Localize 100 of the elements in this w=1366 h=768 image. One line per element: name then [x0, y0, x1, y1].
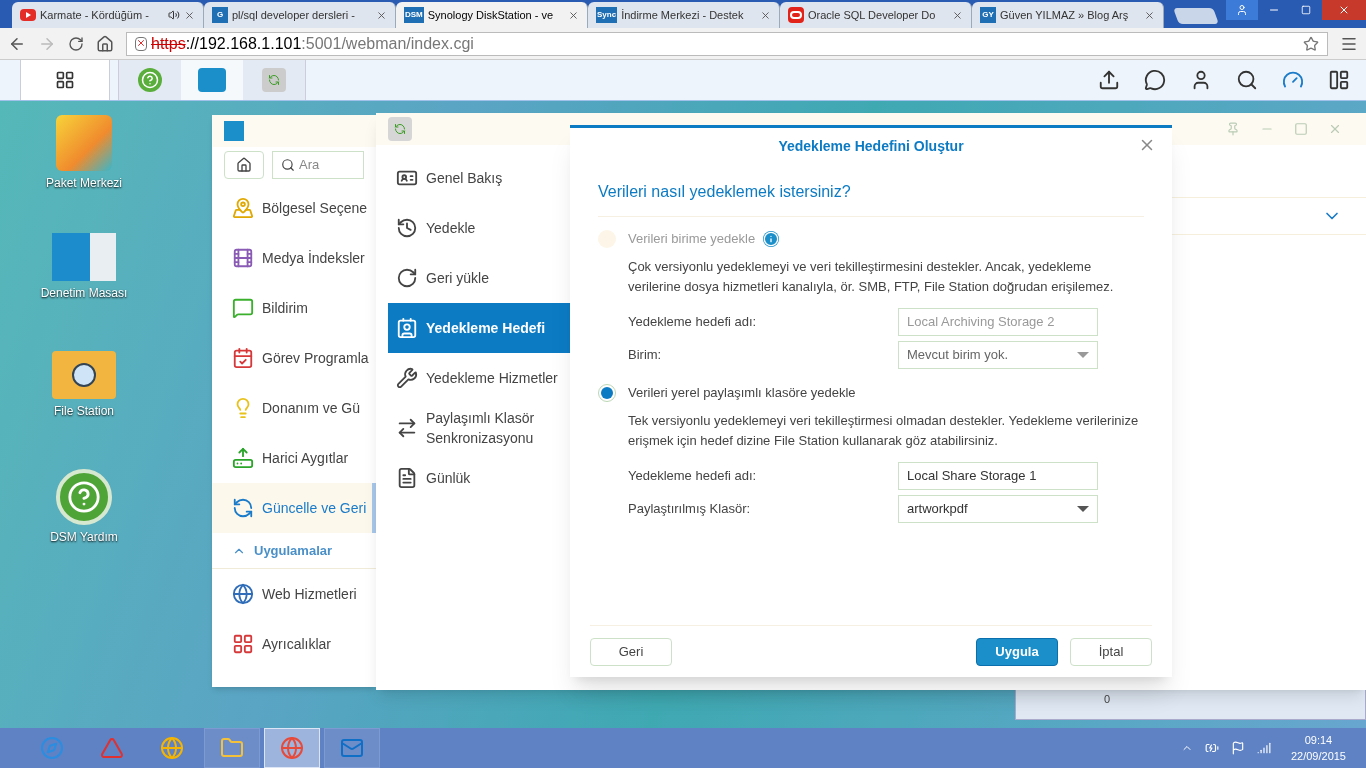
tab-title: İndirme Merkezi - Destek	[621, 7, 745, 23]
field-label: Birim:	[628, 345, 663, 364]
contact-card-icon	[396, 317, 418, 339]
widgets-icon[interactable]	[1328, 69, 1350, 91]
favicon: GY	[980, 7, 996, 23]
sync-icon	[396, 417, 418, 439]
bookmark-star-icon[interactable]	[1303, 35, 1319, 52]
secondary-button[interactable]: İptal	[1070, 637, 1152, 666]
ring-icon	[788, 7, 804, 23]
sidebar-item[interactable]: Bildirim	[212, 283, 376, 333]
dialog-heading: Verileri nasıl yedeklemek istersiniz?	[598, 180, 1144, 217]
apply-button[interactable]: Uygula	[976, 637, 1058, 666]
dropdown[interactable]: artworkpdf	[898, 494, 1098, 523]
profile-button[interactable]	[1226, 0, 1258, 20]
option-description: Çok versiyonlu yedeklemeyi ve veri tekilleştirmesini destekler. Ancak, yedekleme verilerine dosya hizmetleri kanalıyla, ör. SMB, FTP, File Station doğrudan erişilemez.	[628, 258, 1115, 296]
help-icon	[138, 68, 162, 92]
home-button[interactable]	[224, 151, 264, 179]
favicon: Sync	[596, 7, 618, 23]
favicon: G	[212, 7, 228, 23]
secondary-button[interactable]: Geri	[590, 637, 672, 666]
tab-title: Synology DiskStation - ve	[427, 7, 555, 23]
radio-label: Verileri yerel paylaşımlı klasöre yedekle	[628, 384, 856, 403]
restore-icon	[396, 267, 418, 289]
grid-icon	[232, 633, 254, 655]
nav-item[interactable]: Geri yükle	[388, 253, 572, 303]
sidebar-item[interactable]: Web Hizmetleri	[212, 569, 376, 619]
taskbar-app[interactable]	[204, 728, 260, 768]
chat-icon[interactable]	[1144, 69, 1166, 91]
browser-tab[interactable]: Sync İndirme Merkezi - Destek	[588, 2, 780, 28]
maximize-icon	[1301, 5, 1311, 15]
search-icon	[281, 158, 295, 172]
sidebar-item[interactable]: Donanım ve Gü	[212, 383, 376, 433]
folder-search-icon	[52, 351, 116, 399]
nav-item[interactable]: Paylaşımlı Klasör Senkronizasyonu	[388, 403, 572, 453]
sidebar-item[interactable]: Medya İndeksler	[212, 233, 376, 283]
taskbar-app[interactable]	[324, 728, 380, 768]
upload-icon[interactable]	[1098, 69, 1120, 91]
close-icon[interactable]	[952, 9, 963, 21]
folder-icon	[220, 736, 244, 760]
favicon: DSM	[404, 7, 424, 23]
mail-icon	[340, 736, 364, 760]
battery-icon[interactable]	[1204, 741, 1219, 755]
sidebar-item[interactable]: Bölgesel Seçene	[212, 183, 376, 233]
radio-label: Verileri birime yedekle	[628, 230, 756, 249]
browser-tab[interactable]: GY Güven YILMAZ » Blog Arş	[972, 2, 1164, 28]
wrench-icon	[396, 367, 418, 389]
dropdown-arrow-icon	[1077, 351, 1089, 358]
address-field[interactable]: https://192.168.1.101:5001/webman/index.cgi	[126, 31, 1328, 56]
browser-tab[interactable]: Karmate - Kördüğüm -	[12, 2, 204, 28]
search-field[interactable]: Ara	[272, 151, 364, 179]
help-icon	[56, 469, 112, 525]
globe-icon	[232, 583, 254, 605]
nav-item[interactable]: Yedekle	[388, 203, 572, 253]
home-icon[interactable]	[96, 34, 114, 53]
sidebar-item[interactable]: Ayrıcalıklar	[212, 619, 376, 669]
video-icon	[20, 9, 36, 21]
close-icon[interactable]	[184, 9, 195, 21]
tab-title: Oracle SQL Developer Do	[808, 7, 937, 23]
sidebar-item[interactable]: Görev Programla	[212, 333, 376, 383]
flag-icon[interactable]	[1230, 741, 1245, 755]
control-panel-icon	[198, 68, 226, 92]
main-menu-button[interactable]	[20, 60, 110, 100]
browser-tab[interactable]: G pl/sql developer dersleri -	[204, 2, 396, 28]
option-description: Tek versiyonlu yedeklemeyi veri tekilleştirmesi olmadan destekler. Yedekleme verilerinize erişmek için hedef dizine File Station kullanarak göz atabilirsiniz.	[628, 412, 1140, 450]
close-icon[interactable]	[1144, 9, 1155, 21]
chat-icon	[232, 297, 254, 319]
sidebar-item[interactable]: Güncelle ve Geri	[212, 483, 376, 533]
text-field[interactable]: Local Share Storage 1	[898, 461, 1098, 490]
field-label: Paylaştırılmış Klasör:	[628, 499, 752, 518]
browser-tab[interactable]: DSM Synology DiskStation - ve	[396, 2, 588, 28]
package-icon	[56, 115, 112, 171]
new-tab-button[interactable]	[1173, 8, 1219, 24]
home-icon	[236, 157, 252, 173]
nav-item[interactable]: Günlük	[388, 453, 572, 503]
sidebar-item[interactable]: Harici Aygıtlar	[212, 433, 376, 483]
url-text: https://192.168.1.101:5001/webman/index.cgi	[151, 33, 474, 54]
backup-app-icon	[388, 117, 412, 141]
backup-icon	[262, 68, 286, 92]
close-icon[interactable]	[568, 9, 579, 21]
reload-icon[interactable]	[68, 35, 84, 52]
radio-button[interactable]	[598, 384, 616, 402]
browser-tab[interactable]: Oracle SQL Developer Do	[780, 2, 972, 28]
control-panel-icon	[224, 121, 244, 141]
tab-title: pl/sql developer dersleri -	[232, 7, 356, 23]
history-icon	[396, 217, 418, 239]
signal-icon[interactable]	[1256, 741, 1271, 755]
document-icon	[396, 467, 418, 489]
close-icon[interactable]	[376, 9, 387, 21]
control-panel-app-button[interactable]	[181, 60, 243, 100]
search-icon[interactable]	[1236, 69, 1258, 91]
nav-item[interactable]: Yedekleme Hedefi	[388, 303, 572, 353]
browser-icon	[280, 736, 304, 760]
close-icon	[1338, 4, 1350, 16]
clock[interactable]: 09:14 22/09/2015	[1290, 732, 1346, 764]
upload-icon	[232, 447, 254, 469]
field-label: Yedekleme hedefi adı:	[628, 466, 758, 485]
nav-item[interactable]: Genel Bakış	[388, 153, 572, 203]
close-icon[interactable]	[760, 9, 771, 21]
dropdown-arrow-icon	[1077, 505, 1089, 512]
nav-item[interactable]: Yedekleme Hizmetler	[388, 353, 572, 403]
